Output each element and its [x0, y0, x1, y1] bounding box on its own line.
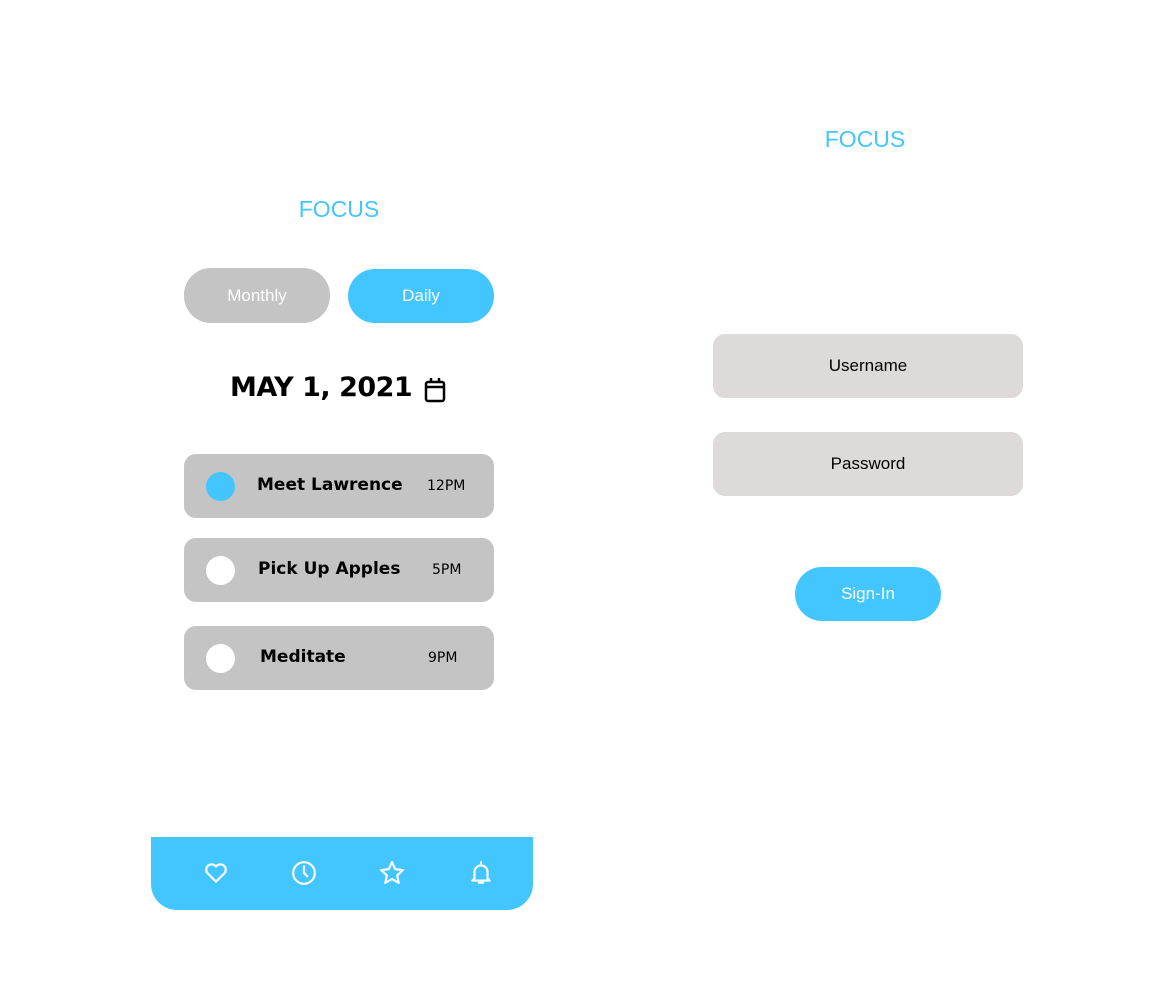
- task-name: Meditate: [260, 647, 346, 667]
- heart-icon[interactable]: [203, 860, 229, 886]
- logo: FOCUS: [824, 126, 906, 152]
- logo: FOCUS: [298, 196, 380, 222]
- task-checkbox[interactable]: [206, 556, 235, 585]
- star-icon[interactable]: [379, 860, 405, 886]
- clock-icon[interactable]: [291, 860, 317, 886]
- task-item[interactable]: Meet Lawrence 12PM: [184, 454, 494, 518]
- task-checkbox[interactable]: [206, 472, 235, 501]
- sign-in-button[interactable]: Sign-In: [795, 567, 941, 621]
- task-time: 5PM: [432, 562, 462, 578]
- username-field[interactable]: Username: [713, 334, 1023, 398]
- task-item[interactable]: Pick Up Apples 5PM: [184, 538, 494, 602]
- password-field[interactable]: Password: [713, 432, 1023, 496]
- tab-monthly[interactable]: Monthly: [184, 268, 330, 323]
- task-name: Pick Up Apples: [258, 559, 401, 579]
- bottom-nav: [151, 837, 533, 910]
- task-time: 12PM: [427, 478, 466, 494]
- task-time: 9PM: [428, 650, 458, 666]
- date-heading: MAY 1, 2021: [230, 372, 413, 403]
- tab-daily[interactable]: Daily: [348, 269, 494, 323]
- bell-icon[interactable]: [468, 860, 494, 886]
- calendar-icon[interactable]: [424, 377, 446, 403]
- task-item[interactable]: Meditate 9PM: [184, 626, 494, 690]
- task-checkbox[interactable]: [206, 644, 235, 673]
- task-name: Meet Lawrence: [257, 475, 403, 495]
